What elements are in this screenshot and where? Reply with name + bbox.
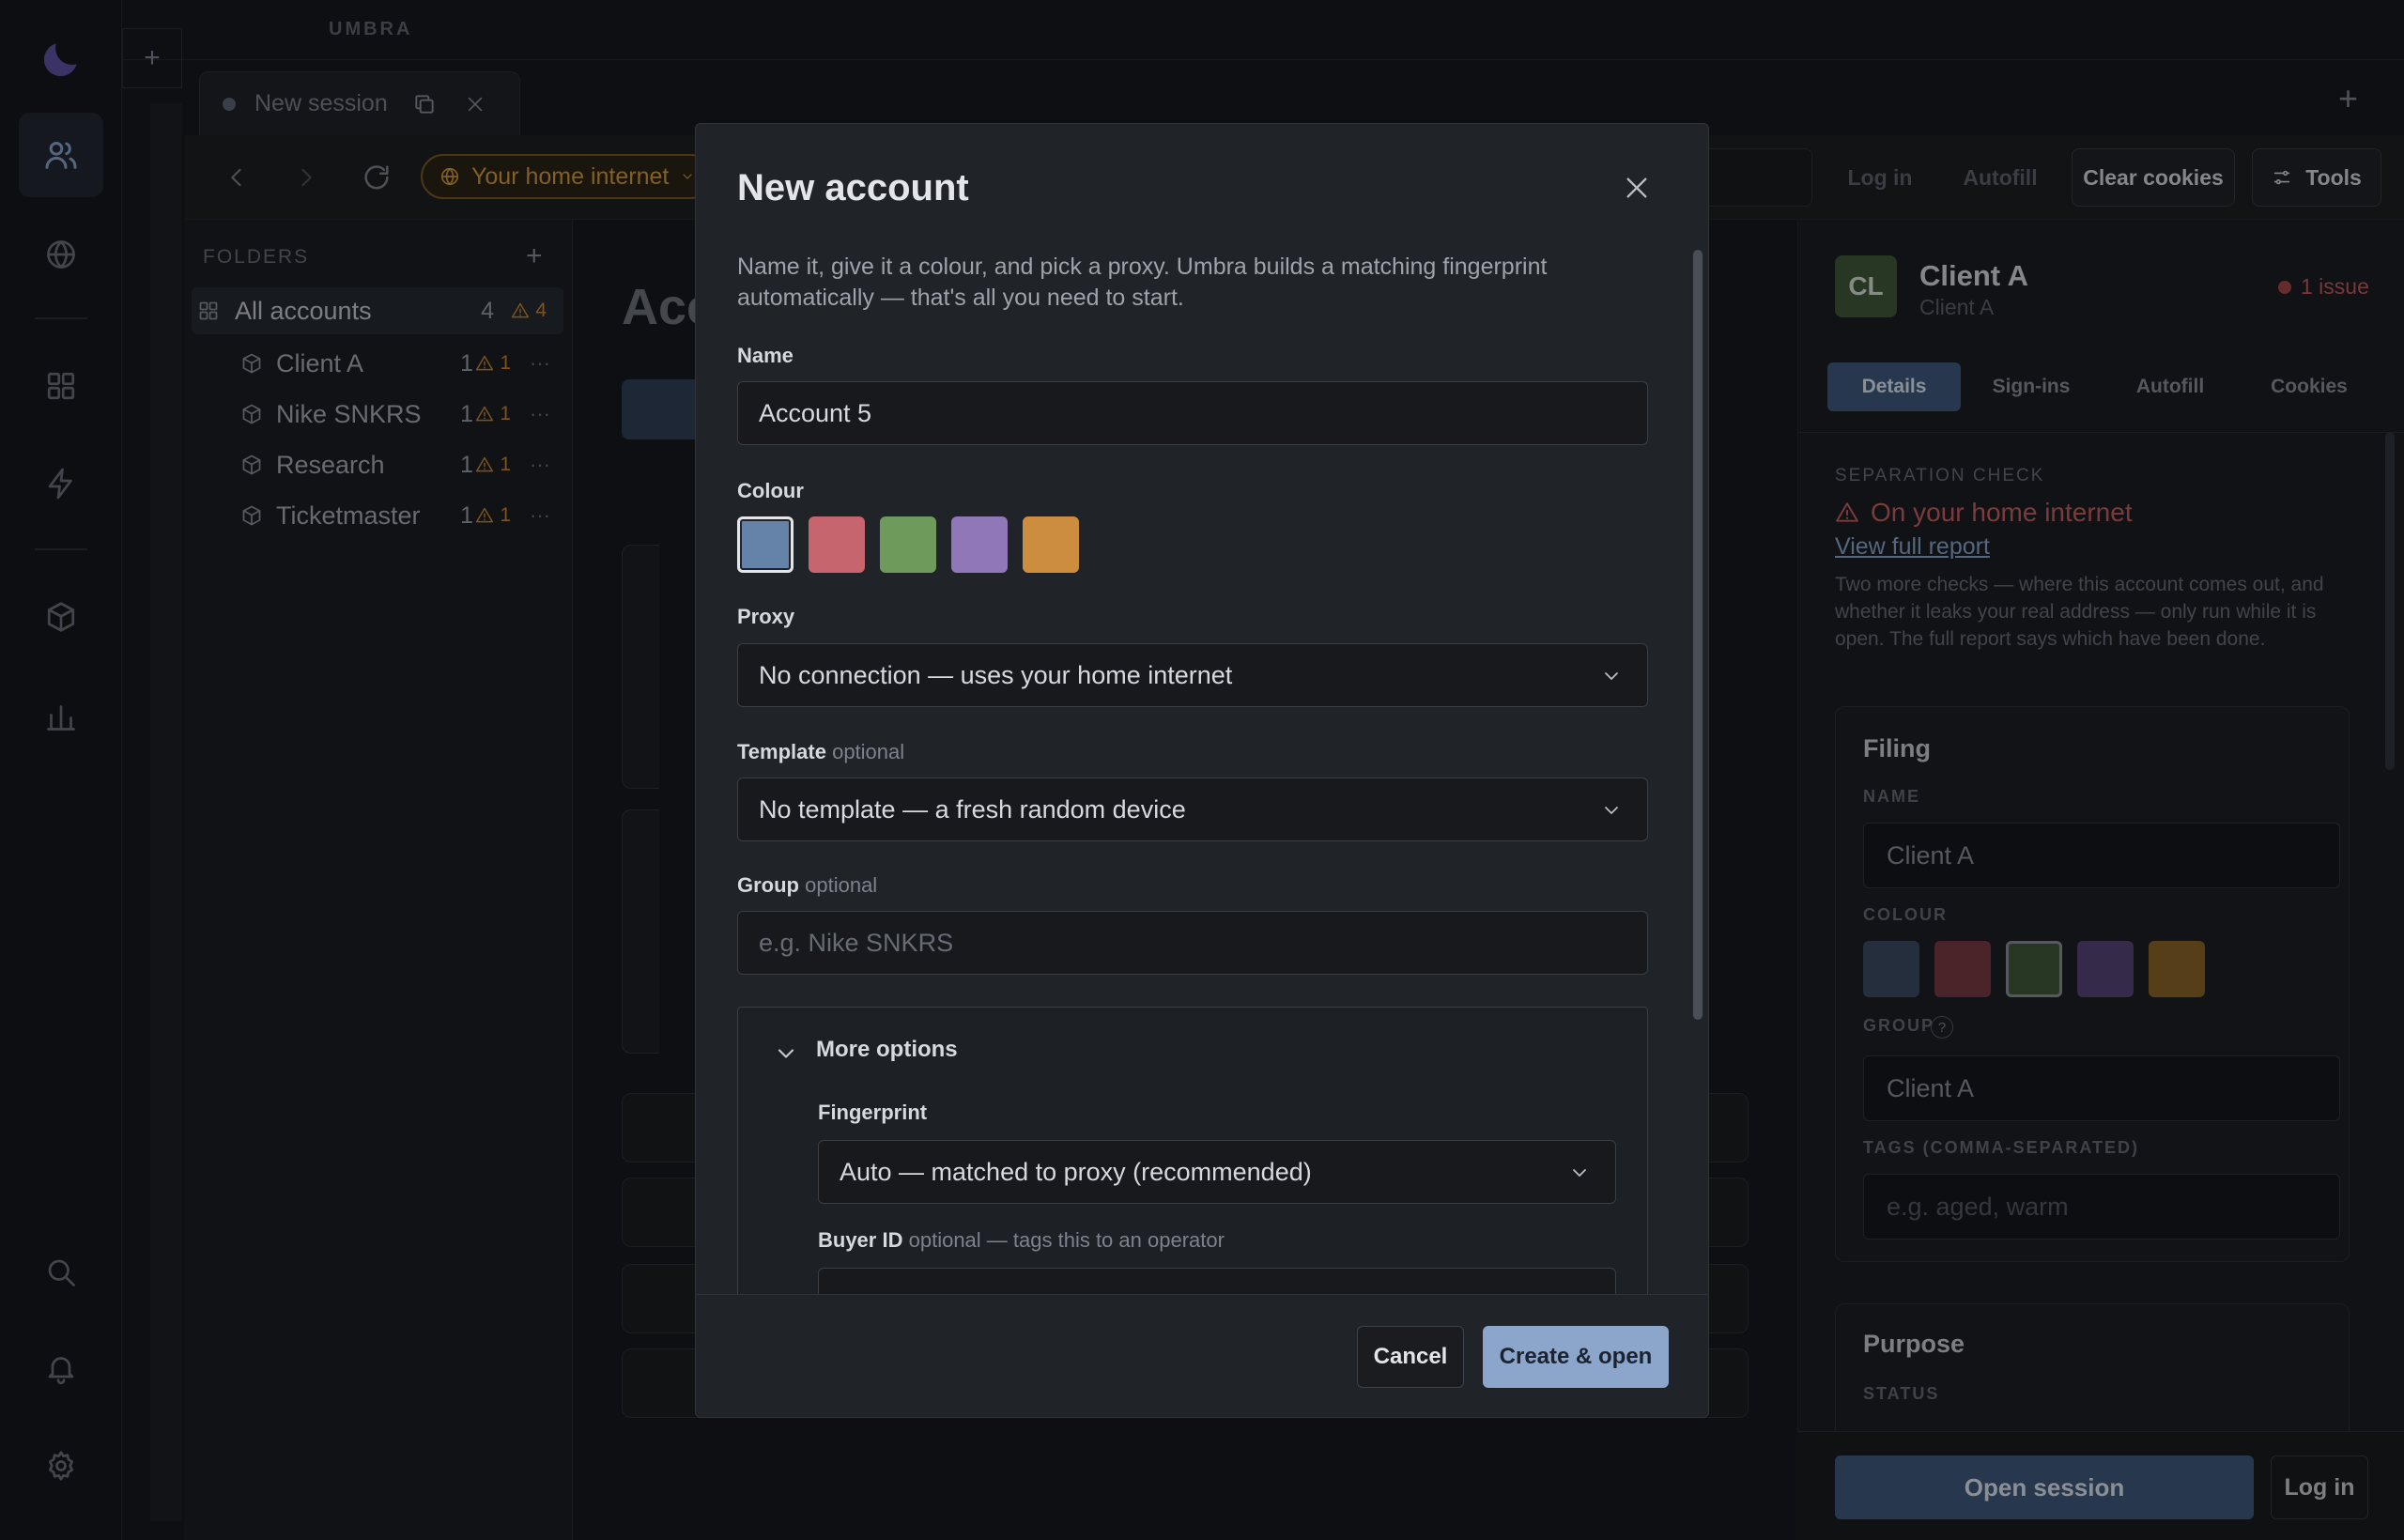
chevron-down-icon [1600, 665, 1623, 687]
more-options-toggle[interactable]: More options [816, 1037, 958, 1063]
dialog-title: New account [737, 167, 969, 208]
chevron-down-icon [1568, 1162, 1591, 1184]
optional-tag: optional [805, 873, 878, 897]
colour-label: Colour [737, 479, 804, 502]
proxy-value: No connection — uses your home internet [759, 660, 1233, 689]
colour-swatch-blue[interactable] [737, 516, 794, 573]
proxy-select[interactable]: No connection — uses your home internet [737, 643, 1648, 707]
fingerprint-label: Fingerprint [818, 1101, 928, 1124]
group-label: Group optional [737, 873, 878, 897]
fingerprint-select[interactable]: Auto — matched to proxy (recommended) [818, 1140, 1616, 1204]
proxy-label: Proxy [737, 605, 795, 628]
name-label: Name [737, 344, 794, 367]
colour-swatch-orange[interactable] [1023, 516, 1079, 573]
optional-tag: optional [832, 740, 905, 763]
template-value: No template — a fresh random device [759, 794, 1186, 824]
name-input[interactable]: Account 5 [737, 381, 1648, 445]
group-input[interactable]: e.g. Nike SNKRS [737, 911, 1648, 975]
new-account-dialog: New account Name it, give it a colour, a… [695, 123, 1709, 1418]
chevron-down-icon [1600, 799, 1623, 822]
template-label: Template optional [737, 740, 905, 763]
optional-tag: optional — tags this to an operator [908, 1228, 1225, 1252]
buyer-id-label: Buyer ID optional — tags this to an oper… [818, 1228, 1225, 1252]
colour-swatch-green[interactable] [880, 516, 936, 573]
colour-swatch-red[interactable] [809, 516, 865, 573]
chevron-down-icon[interactable] [773, 1040, 799, 1067]
fingerprint-value: Auto — matched to proxy (recommended) [840, 1157, 1312, 1186]
template-select[interactable]: No template — a fresh random device [737, 778, 1648, 841]
colour-swatch-purple[interactable] [951, 516, 1008, 573]
close-icon[interactable] [1622, 173, 1652, 203]
create-open-button[interactable]: Create & open [1483, 1326, 1669, 1388]
dialog-scrollbar[interactable] [1693, 250, 1703, 1020]
dialog-description: Name it, give it a colour, and pick a pr… [737, 254, 1548, 311]
cancel-button[interactable]: Cancel [1357, 1326, 1464, 1388]
